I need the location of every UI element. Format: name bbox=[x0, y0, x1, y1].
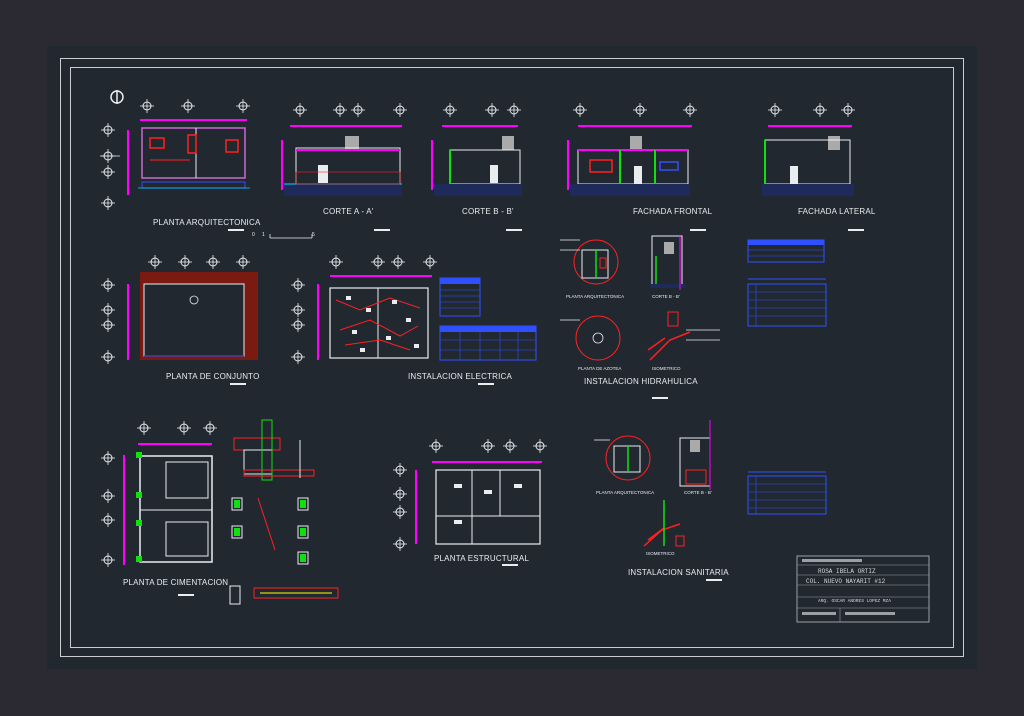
scale-bar bbox=[269, 234, 313, 239]
label-corte-b: CORTE B - B' bbox=[462, 207, 514, 216]
label-instalacion-electrica: INSTALACION ELECTRICA bbox=[408, 372, 513, 381]
planta-arquitectonica-view bbox=[100, 90, 251, 231]
title-block-architect: ARQ. OSCAR ANDRES LOPEZ MZA bbox=[818, 599, 891, 604]
sublabel-san-isometrico: ISOMETRICO bbox=[646, 551, 675, 556]
sublabel-san-planta: PLANTA ARQUITECTONICA bbox=[596, 490, 655, 495]
label-planta-cimentacion: PLANTA DE CIMENTACION bbox=[123, 578, 229, 587]
planta-cimentacion-view bbox=[100, 419, 339, 605]
scale-start: 0 bbox=[252, 232, 255, 238]
simbologia-tables bbox=[747, 239, 827, 515]
planta-estructural-view bbox=[392, 438, 548, 566]
instalacion-sanitaria-view bbox=[594, 420, 722, 581]
label-planta-estructural: PLANTA ESTRUCTURAL bbox=[434, 554, 530, 563]
instalacion-hidraulica-view bbox=[560, 235, 720, 399]
sublabel-hid-azotea: PLANTA DE AZOTEA bbox=[578, 366, 622, 371]
label-planta-arquitectonica: PLANTA ARQUITECTONICA bbox=[153, 218, 261, 227]
label-instalacion-hidraulica: INSTALACION HIDRAHULICA bbox=[584, 377, 698, 386]
scale-end: 5 bbox=[312, 232, 315, 238]
instalacion-electrica-view bbox=[290, 254, 537, 385]
scale-mid: 1 bbox=[262, 232, 265, 238]
cad-drawing bbox=[100, 90, 930, 623]
sublabel-hid-corte: CORTE B - B' bbox=[652, 294, 680, 299]
label-fachada-lateral: FACHADA LATERAL bbox=[798, 207, 876, 216]
label-planta-conjunto: PLANTA DE CONJUNTO bbox=[166, 372, 260, 381]
planta-conjunto-view bbox=[100, 254, 258, 385]
sublabel-hid-planta: PLANTA ARQUITECTONICA bbox=[566, 294, 625, 299]
label-instalacion-sanitaria: INSTALACION SANITARIA bbox=[628, 568, 729, 577]
label-corte-a: CORTE A - A' bbox=[323, 207, 374, 216]
label-fachada-frontal: FACHADA FRONTAL bbox=[633, 207, 713, 216]
title-block bbox=[796, 555, 930, 623]
title-block-address: COL. NUEVO NAYARIT #12 bbox=[806, 578, 886, 585]
sublabel-hid-isometrico: ISOMETRICO bbox=[652, 366, 681, 371]
title-block-owner: ROSA IBELA ORTIZ bbox=[818, 568, 876, 575]
sublabel-san-corte: CORTE B - B' bbox=[684, 490, 712, 495]
